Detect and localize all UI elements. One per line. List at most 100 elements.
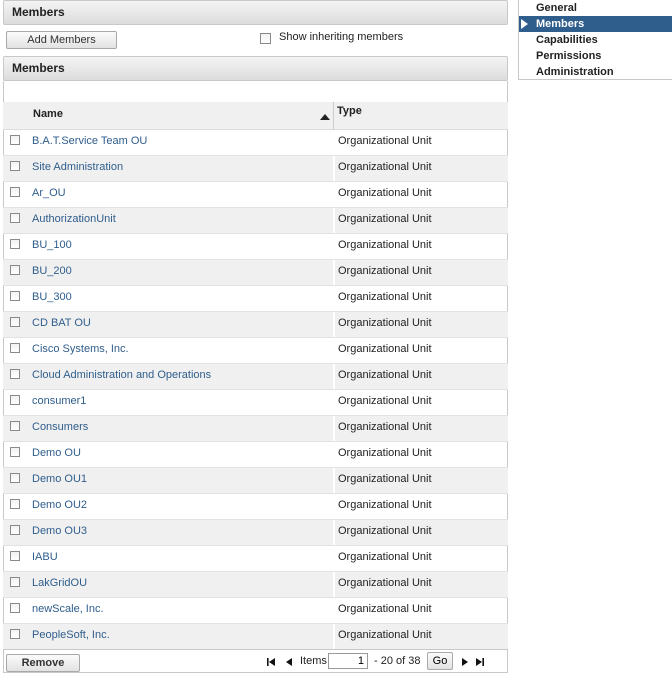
table-row: B.A.T.Service Team OU Organizational Unit [3, 130, 508, 156]
table-footer: Remove Items - 20 of 38 Go [3, 649, 508, 673]
member-name-link[interactable]: Consumers [32, 421, 88, 433]
table-row: newScale, Inc. Organizational Unit [3, 598, 508, 624]
nav-item-members[interactable]: Members [519, 16, 672, 32]
table-row: BU_200 Organizational Unit [3, 260, 508, 286]
row-checkbox[interactable] [10, 473, 20, 483]
nav-item-administration[interactable]: Administration [519, 64, 672, 80]
row-checkbox[interactable] [10, 421, 20, 431]
cell-divider [333, 494, 335, 519]
row-checkbox[interactable] [10, 577, 20, 587]
member-name-link[interactable]: IABU [32, 551, 58, 563]
member-type: Organizational Unit [338, 187, 432, 199]
table-row: CD BAT OU Organizational Unit [3, 312, 508, 338]
table-row: Demo OU Organizational Unit [3, 442, 508, 468]
row-checkbox[interactable] [10, 161, 20, 171]
nav-item-label: Administration [536, 66, 614, 78]
nav-item-permissions[interactable]: Permissions [519, 48, 672, 64]
member-type: Organizational Unit [338, 135, 432, 147]
member-name-link[interactable]: AuthorizationUnit [32, 213, 116, 225]
page-range-text: - 20 of 38 [374, 655, 421, 667]
row-checkbox[interactable] [10, 369, 20, 379]
member-type: Organizational Unit [338, 603, 432, 615]
page-number-input[interactable] [328, 653, 368, 669]
table-body: B.A.T.Service Team OU Organizational Unit… [3, 130, 508, 650]
column-header-name[interactable]: Name [33, 108, 63, 120]
member-name-link[interactable]: BU_100 [32, 239, 72, 251]
member-type: Organizational Unit [338, 265, 432, 277]
row-checkbox[interactable] [10, 395, 20, 405]
member-name-link[interactable]: Site Administration [32, 161, 123, 173]
show-inheriting-checkbox[interactable] [260, 33, 271, 44]
remove-button[interactable]: Remove [6, 654, 80, 672]
row-checkbox[interactable] [10, 265, 20, 275]
member-name-link[interactable]: Cisco Systems, Inc. [32, 343, 129, 355]
cell-divider [333, 390, 335, 415]
member-type: Organizational Unit [338, 317, 432, 329]
table-row: AuthorizationUnit Organizational Unit [3, 208, 508, 234]
member-name-link[interactable]: Ar_OU [32, 187, 66, 199]
first-page-icon[interactable] [266, 657, 276, 667]
cell-divider [333, 546, 335, 571]
row-checkbox[interactable] [10, 187, 20, 197]
row-checkbox[interactable] [10, 317, 20, 327]
row-checkbox[interactable] [10, 135, 20, 145]
next-page-icon[interactable] [460, 657, 470, 667]
member-type: Organizational Unit [338, 291, 432, 303]
table-row: Demo OU3 Organizational Unit [3, 520, 508, 546]
member-name-link[interactable]: Demo OU1 [32, 473, 87, 485]
cell-divider [333, 338, 335, 363]
member-name-link[interactable]: Cloud Administration and Operations [32, 369, 211, 381]
table-row: Ar_OU Organizational Unit [3, 182, 508, 208]
row-checkbox[interactable] [10, 629, 20, 639]
table-row: Cloud Administration and Operations Organ… [3, 364, 508, 390]
row-checkbox[interactable] [10, 291, 20, 301]
member-name-link[interactable]: PeopleSoft, Inc. [32, 629, 110, 641]
cell-divider [333, 572, 335, 597]
member-type: Organizational Unit [338, 161, 432, 173]
table-row: consumer1 Organizational Unit [3, 390, 508, 416]
member-name-link[interactable]: newScale, Inc. [32, 603, 104, 615]
member-name-link[interactable]: BU_300 [32, 291, 72, 303]
nav-item-label: Members [536, 18, 585, 30]
go-button[interactable]: Go [427, 652, 453, 670]
row-checkbox[interactable] [10, 343, 20, 353]
row-checkbox[interactable] [10, 213, 20, 223]
member-name-link[interactable]: consumer1 [32, 395, 86, 407]
column-header-type[interactable]: Type [337, 105, 362, 117]
row-checkbox[interactable] [10, 499, 20, 509]
column-divider[interactable] [333, 102, 334, 130]
cell-divider [333, 442, 335, 467]
nav-item-general[interactable]: General [519, 0, 672, 16]
row-checkbox[interactable] [10, 239, 20, 249]
row-checkbox[interactable] [10, 447, 20, 457]
table-header: Name Type [3, 102, 508, 130]
member-name-link[interactable]: CD BAT OU [32, 317, 91, 329]
member-type: Organizational Unit [338, 577, 432, 589]
nav-item-label: Capabilities [536, 34, 598, 46]
member-name-link[interactable]: LakGridOU [32, 577, 87, 589]
row-checkbox[interactable] [10, 551, 20, 561]
row-checkbox[interactable] [10, 525, 20, 535]
nav-item-label: Permissions [536, 50, 602, 62]
cell-divider [333, 520, 335, 545]
member-name-link[interactable]: B.A.T.Service Team OU [32, 135, 147, 147]
member-name-link[interactable]: Demo OU [32, 447, 81, 459]
member-name-link[interactable]: BU_200 [32, 265, 72, 277]
member-name-link[interactable]: Demo OU3 [32, 525, 87, 537]
member-type: Organizational Unit [338, 629, 432, 641]
table-row: IABU Organizational Unit [3, 546, 508, 572]
table-row: BU_300 Organizational Unit [3, 286, 508, 312]
table-row: Site Administration Organizational Unit [3, 156, 508, 182]
member-type: Organizational Unit [338, 473, 432, 485]
panel-title: Members [3, 0, 508, 25]
member-name-link[interactable]: Demo OU2 [32, 499, 87, 511]
sort-ascending-icon[interactable] [320, 114, 330, 120]
nav-item-capabilities[interactable]: Capabilities [519, 32, 672, 48]
previous-page-icon[interactable] [284, 657, 294, 667]
cell-divider [333, 598, 335, 623]
add-members-button[interactable]: Add Members [6, 31, 117, 49]
cell-divider [333, 364, 335, 389]
last-page-icon[interactable] [475, 657, 485, 667]
member-type: Organizational Unit [338, 343, 432, 355]
row-checkbox[interactable] [10, 603, 20, 613]
